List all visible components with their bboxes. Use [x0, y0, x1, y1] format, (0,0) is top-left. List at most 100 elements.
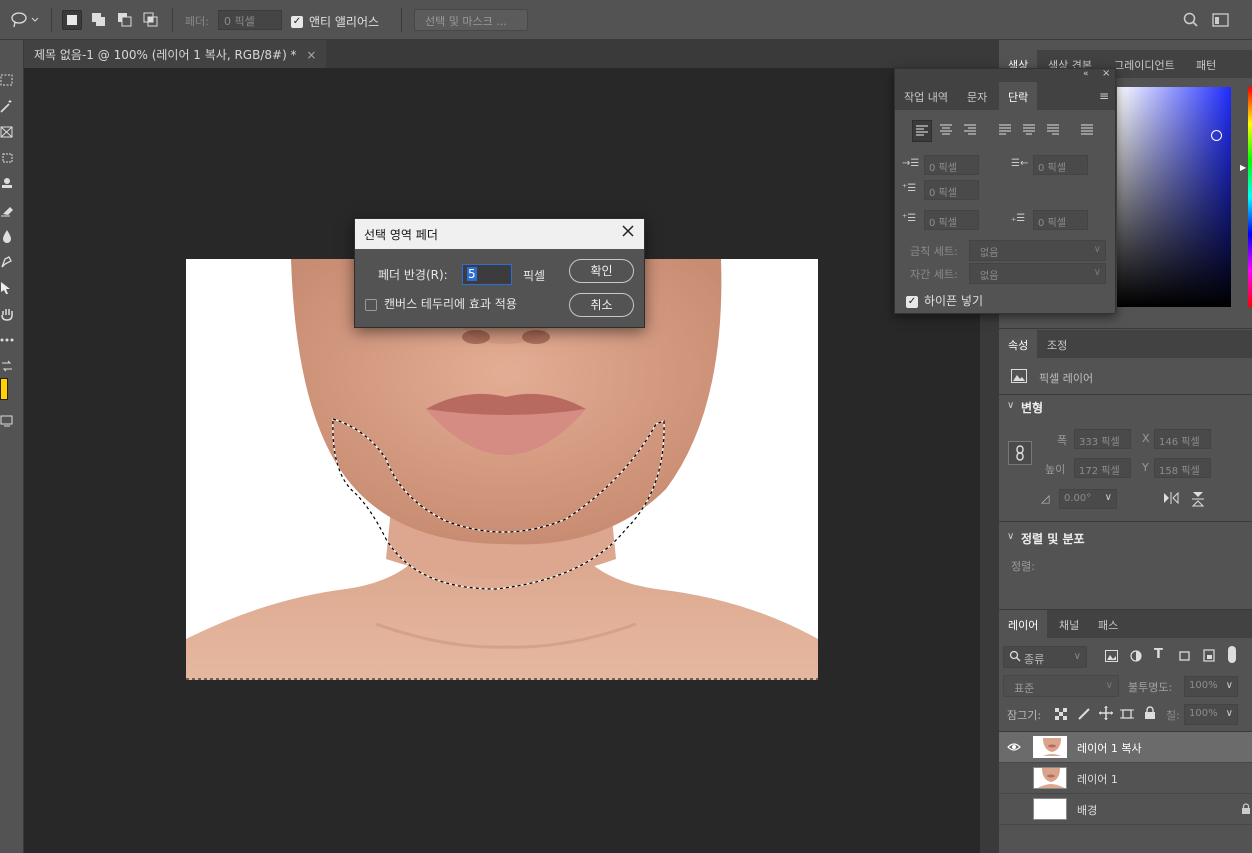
opacity-input[interactable]: 100% ∨	[1184, 676, 1238, 697]
eraser-tool-icon[interactable]	[0, 203, 14, 217]
pen-tool-icon[interactable]	[0, 255, 14, 269]
link-dimensions-icon[interactable]	[1008, 441, 1032, 465]
add-to-selection-icon[interactable]	[89, 10, 109, 30]
tab-paragraph[interactable]: 단락	[999, 82, 1038, 110]
screen-mode-icon[interactable]	[0, 414, 14, 428]
close-panel-icon[interactable]: ×	[1102, 68, 1110, 79]
workspace-icon[interactable]	[1212, 12, 1230, 31]
hue-slider[interactable]	[1248, 87, 1252, 307]
subtract-from-selection-icon[interactable]	[115, 10, 135, 30]
filter-pixel-icon[interactable]	[1105, 650, 1118, 665]
layer-row[interactable]: 배경	[999, 794, 1252, 825]
tab-layers[interactable]: 레이어	[999, 610, 1048, 638]
width-input[interactable]: 333 픽셀	[1074, 429, 1131, 449]
justify-right-icon[interactable]	[1045, 123, 1061, 140]
indent-right-input[interactable]: 0 픽셀	[1033, 155, 1088, 175]
close-icon[interactable]	[621, 224, 635, 241]
align-collapse-icon[interactable]: ∨	[1007, 531, 1014, 542]
y-input[interactable]: 158 픽셀	[1154, 458, 1211, 478]
layer-name[interactable]: 레이어 1	[1077, 771, 1118, 787]
swap-colors-icon[interactable]	[0, 359, 14, 373]
foreground-color-swatch[interactable]	[0, 378, 8, 400]
tab-adjustments[interactable]: 조정	[1038, 330, 1076, 358]
layer-filter-select[interactable]: 종류 ∨	[1003, 646, 1087, 668]
lasso-tool-icon[interactable]	[10, 10, 39, 30]
indent-left-input[interactable]: 0 픽셀	[924, 155, 979, 175]
panel-menu-icon[interactable]: ≡	[1099, 89, 1109, 103]
lock-transparency-icon[interactable]	[1055, 708, 1067, 723]
layer-thumbnail	[1033, 798, 1067, 820]
color-picker-cursor[interactable]	[1211, 130, 1222, 141]
hue-slider-arrow-icon[interactable]: ▶	[1240, 163, 1246, 172]
visibility-toggle[interactable]	[1008, 773, 1019, 784]
frame-tool-icon[interactable]	[0, 125, 14, 139]
color-picker-field[interactable]	[1117, 87, 1231, 307]
space-after-input[interactable]: 0 픽셀	[1033, 210, 1088, 230]
lock-pixels-icon[interactable]	[1077, 707, 1091, 724]
tab-history[interactable]: 작업 내역	[895, 82, 957, 110]
feather-input[interactable]: 0 픽셀	[218, 10, 282, 30]
angle-input[interactable]: 0.00° ∨	[1059, 489, 1117, 509]
collapse-panel-icon[interactable]: «	[1083, 69, 1089, 79]
filter-smart-object-icon[interactable]	[1203, 649, 1215, 665]
new-selection-icon[interactable]	[62, 10, 82, 30]
fill-input[interactable]: 100% ∨	[1184, 704, 1238, 725]
justify-all-icon[interactable]	[1079, 123, 1095, 140]
lock-all-icon[interactable]	[1144, 706, 1156, 723]
align-left-icon[interactable]	[912, 120, 932, 142]
tab-patterns[interactable]: 패턴	[1187, 50, 1225, 78]
hand-tool-icon[interactable]	[0, 307, 14, 321]
mojikumi-select[interactable]: 없음 ∨	[969, 263, 1106, 284]
cancel-button[interactable]: 취소	[569, 293, 634, 317]
tab-channels[interactable]: 채널	[1050, 610, 1088, 638]
space-before-input[interactable]: 0 픽셀	[924, 210, 979, 230]
layer-name[interactable]: 레이어 1 복사	[1077, 740, 1142, 756]
path-selection-icon[interactable]	[0, 281, 14, 295]
ok-button[interactable]: 확인	[569, 259, 634, 283]
filter-shape-icon[interactable]	[1178, 650, 1191, 665]
feather-radius-input[interactable]: 5	[462, 264, 512, 285]
tab-paths[interactable]: 패스	[1089, 610, 1127, 638]
blur-tool-icon[interactable]	[0, 229, 14, 243]
crop-tool-icon[interactable]	[0, 151, 14, 165]
document-tab[interactable]: 제목 없음-1 @ 100% (레이어 1 복사, RGB/8#) * ×	[24, 40, 327, 68]
properties-panel-tabs: 속성 조정	[999, 330, 1252, 358]
stamp-tool-icon[interactable]	[0, 177, 14, 191]
layer-row[interactable]: 레이어 1	[999, 763, 1252, 794]
panel-drag-bar[interactable]: « ×	[895, 68, 1115, 82]
tab-properties[interactable]: 속성	[999, 330, 1038, 358]
more-tools-icon[interactable]	[0, 333, 14, 347]
transform-collapse-icon[interactable]: ∨	[1007, 400, 1014, 411]
blend-mode-select[interactable]: 표준 ∨	[1003, 675, 1119, 697]
antialias-checkbox[interactable]: ✓	[291, 14, 303, 28]
height-input[interactable]: 172 픽셀	[1074, 458, 1131, 478]
first-line-indent-input[interactable]: 0 픽셀	[924, 180, 979, 200]
flip-horizontal-icon[interactable]	[1163, 491, 1179, 507]
layer-name[interactable]: 배경	[1077, 802, 1097, 818]
align-center-icon[interactable]	[938, 123, 954, 140]
kinsoku-select[interactable]: 없음 ∨	[969, 240, 1106, 261]
x-input[interactable]: 146 픽셀	[1154, 429, 1211, 449]
document-tab-close-icon[interactable]: ×	[306, 48, 316, 62]
tab-gradients[interactable]: 그레이디언트	[1105, 50, 1184, 78]
flip-vertical-icon[interactable]	[1191, 491, 1205, 510]
eye-icon[interactable]	[1007, 741, 1021, 756]
magic-wand-icon[interactable]	[0, 99, 14, 113]
align-right-icon[interactable]	[962, 123, 978, 140]
intersect-selection-icon[interactable]	[141, 10, 161, 30]
search-icon[interactable]	[1183, 12, 1199, 31]
filter-type-icon[interactable]: T	[1154, 647, 1163, 662]
filter-adjustment-icon[interactable]	[1130, 650, 1142, 665]
justify-left-icon[interactable]	[997, 123, 1013, 140]
hyphenate-checkbox[interactable]: ✓	[906, 294, 918, 308]
justify-center-icon[interactable]	[1021, 123, 1037, 140]
filter-toggle-icon[interactable]	[1228, 646, 1236, 663]
visibility-toggle[interactable]	[1008, 804, 1019, 815]
lock-artboard-icon[interactable]	[1120, 707, 1134, 724]
lock-position-icon[interactable]	[1099, 706, 1113, 723]
layer-row[interactable]: 레이어 1 복사	[999, 732, 1252, 763]
canvas-edge-checkbox[interactable]	[365, 297, 377, 311]
marquee-tool-icon[interactable]	[0, 73, 14, 87]
tab-character[interactable]: 문자	[958, 82, 996, 110]
select-and-mask-button[interactable]: 선택 및 마스크 ...	[414, 9, 528, 31]
